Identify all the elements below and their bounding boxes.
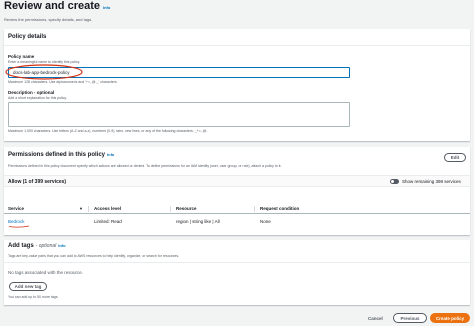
policy-details-card: Policy details Policy name Enter a meani…	[4, 29, 470, 141]
previous-button[interactable]: Previous	[393, 313, 427, 323]
description-constraint: Maximum 1,000 characters. Use letters (A…	[8, 129, 208, 133]
tags-divider	[4, 262, 470, 263]
tags-info-link[interactable]: Info	[58, 243, 65, 248]
permissions-title: Permissions defined in this policy Info	[8, 152, 115, 158]
col-resource[interactable]: Resource	[176, 206, 197, 211]
add-new-tag-button[interactable]: Add new tag	[9, 282, 47, 291]
page-title: Review and create	[4, 0, 100, 12]
col-divider	[88, 206, 89, 212]
tags-card: Add tags - optional Info Tags are key-va…	[4, 240, 470, 305]
table-row: Bedrock Limited: Read region | string li…	[4, 218, 470, 228]
policy-name-constraint: Maximum 128 characters. Use alphanumeric…	[8, 80, 118, 84]
show-remaining-toggle[interactable]	[390, 179, 399, 184]
footer: Cancel Previous Create policy	[0, 312, 474, 326]
col-access-level[interactable]: Access level	[94, 206, 121, 211]
description-label: Description - optional	[8, 90, 55, 95]
col-service[interactable]: Service	[8, 206, 24, 211]
sort-caret-icon[interactable]: ▼	[79, 206, 83, 211]
resource-cell: region | string like | All	[176, 219, 220, 224]
description-input[interactable]	[8, 102, 350, 127]
create-policy-button[interactable]: Create policy	[430, 313, 470, 323]
allow-bar: Allow (1 of 399 services) Show remaining…	[4, 175, 470, 187]
col-request-condition[interactable]: Request condition	[260, 206, 299, 211]
description-hint: Add a short explanation for this policy.	[8, 96, 67, 100]
cancel-button[interactable]: Cancel	[368, 316, 383, 321]
tags-description: Tags are key-value pairs that you can ad…	[8, 254, 180, 258]
annotation-underline	[8, 225, 30, 228]
edit-button[interactable]: Edit	[444, 153, 466, 162]
permissions-table-header: Service ▼ Access level Resource Request …	[4, 206, 470, 214]
page-subtitle: Review the permissions, specify details,…	[4, 17, 93, 22]
info-link[interactable]: Info	[103, 1, 110, 14]
col-divider	[254, 206, 255, 212]
tags-title: Add tags - optional Info	[8, 243, 66, 249]
permissions-card: Permissions defined in this policy Info …	[4, 147, 470, 235]
service-link[interactable]: Bedrock	[8, 219, 25, 224]
permissions-info-link[interactable]: Info	[107, 152, 114, 157]
toggle-knob	[391, 180, 394, 183]
access-level-cell: Limited: Read	[94, 219, 122, 224]
annotation-ellipse	[5, 64, 83, 80]
col-divider	[170, 206, 171, 212]
condition-cell: None	[260, 219, 271, 224]
tags-limit-text: You can add up to 50 more tags.	[8, 295, 59, 299]
policy-name-label: Policy name	[8, 54, 35, 59]
tags-empty-text: No tags associated with the resource.	[8, 270, 84, 275]
allow-label: Allow (1 of 399 services)	[8, 179, 67, 185]
permissions-description: Permissions defined in this policy docum…	[8, 164, 282, 168]
tags-optional: - optional	[35, 243, 57, 249]
page-header: Review and create Info Review the permis…	[4, 0, 470, 22]
show-remaining-label: Show remaining 398 services	[402, 179, 461, 184]
policy-details-title: Policy details	[8, 34, 47, 40]
